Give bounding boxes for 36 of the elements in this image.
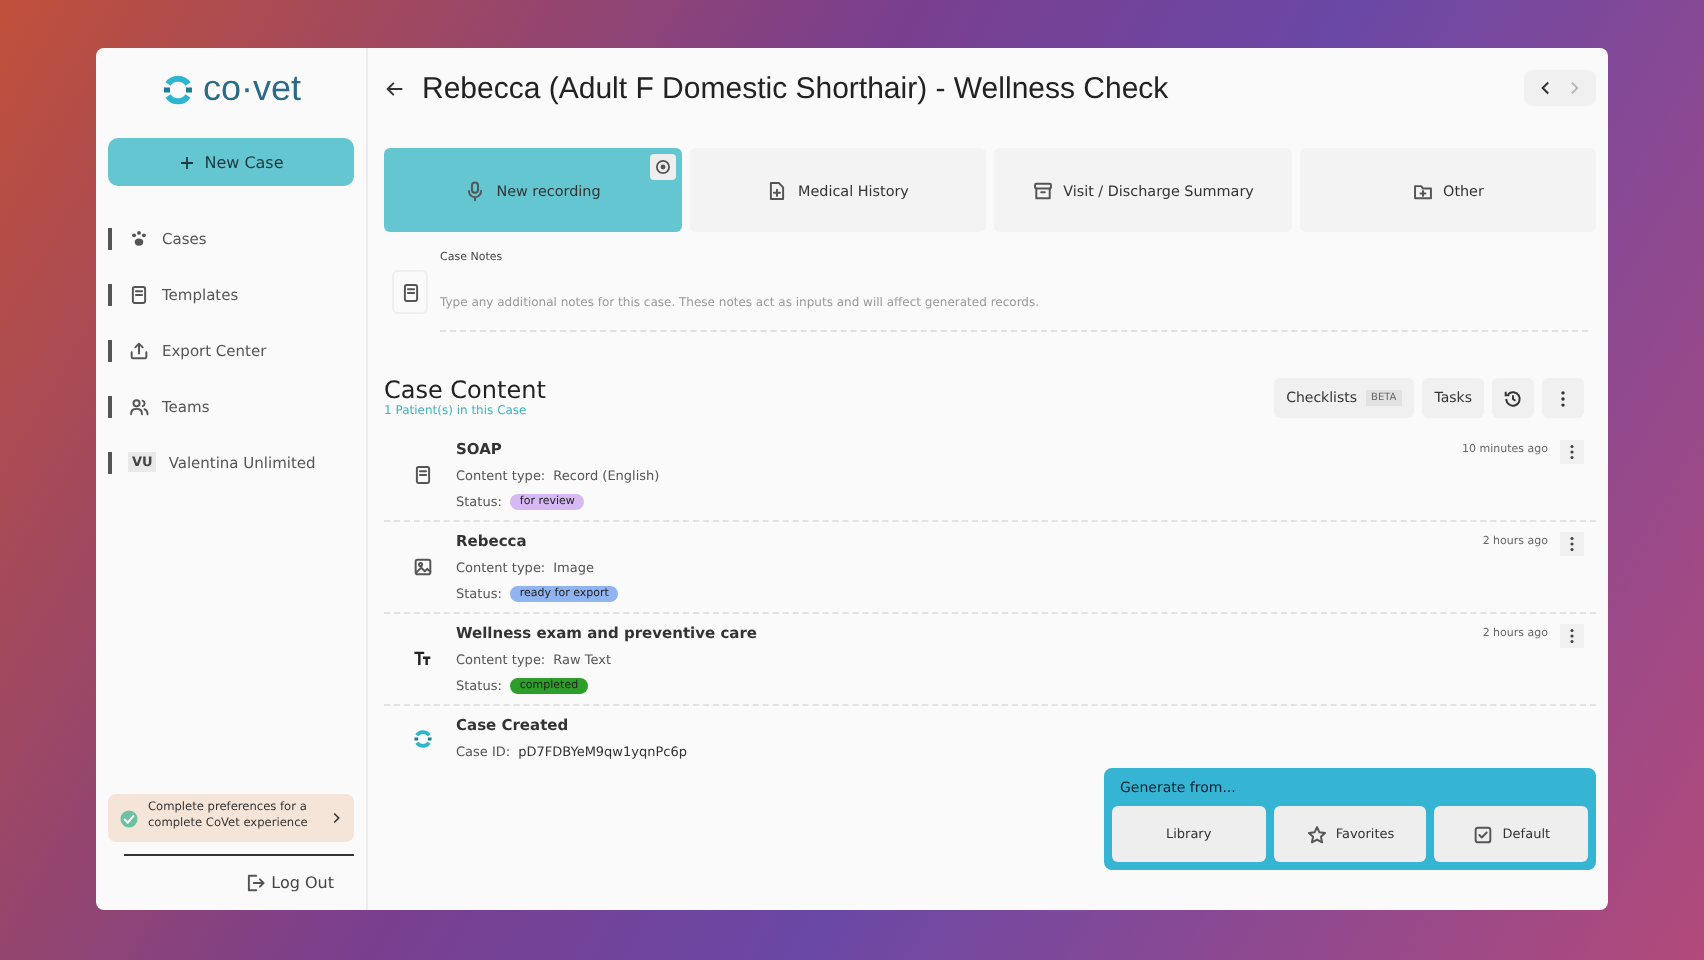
document-icon — [411, 464, 433, 486]
archive-box-icon — [1031, 179, 1054, 201]
document-icon — [399, 281, 421, 303]
image-icon — [411, 556, 433, 578]
text-size-icon — [411, 648, 433, 670]
document-icon — [128, 283, 150, 305]
checkbox-icon — [1472, 823, 1495, 845]
file-plus-icon — [766, 179, 789, 201]
upload-icon — [128, 339, 150, 361]
history-icon — [1502, 387, 1524, 409]
indicator-bar — [108, 227, 112, 249]
logo-icon — [411, 727, 433, 749]
logo-text: co·vet — [202, 68, 302, 110]
section-title: Case Content — [384, 376, 546, 404]
plus-icon — [178, 153, 197, 171]
new-case-button[interactable]: New Case — [108, 138, 354, 186]
indicator-bar — [108, 451, 112, 473]
star-icon — [1305, 823, 1328, 845]
item-menu-button[interactable] — [1560, 440, 1584, 464]
chevron-right-icon — [328, 810, 344, 827]
page-title: Rebecca (Adult F Domestic Shorthair) - Wellness Check — [422, 71, 1171, 105]
settings-icon — [649, 154, 675, 180]
log-out-icon — [243, 872, 266, 894]
logo-icon — [160, 71, 197, 107]
indicator-bar — [108, 339, 112, 361]
indicator-bar — [108, 283, 112, 305]
indicator-bar — [108, 395, 112, 417]
paw-icon — [128, 227, 150, 249]
microphone-icon — [464, 179, 487, 201]
log-out-button[interactable]: Log Out — [123, 854, 354, 898]
people-icon — [128, 395, 150, 417]
item-menu-button[interactable] — [1560, 532, 1584, 556]
history-button[interactable] — [1492, 378, 1534, 418]
back-arrow-icon — [384, 77, 406, 99]
item-menu-button[interactable] — [1560, 624, 1584, 648]
folder-icon — [1411, 179, 1434, 201]
